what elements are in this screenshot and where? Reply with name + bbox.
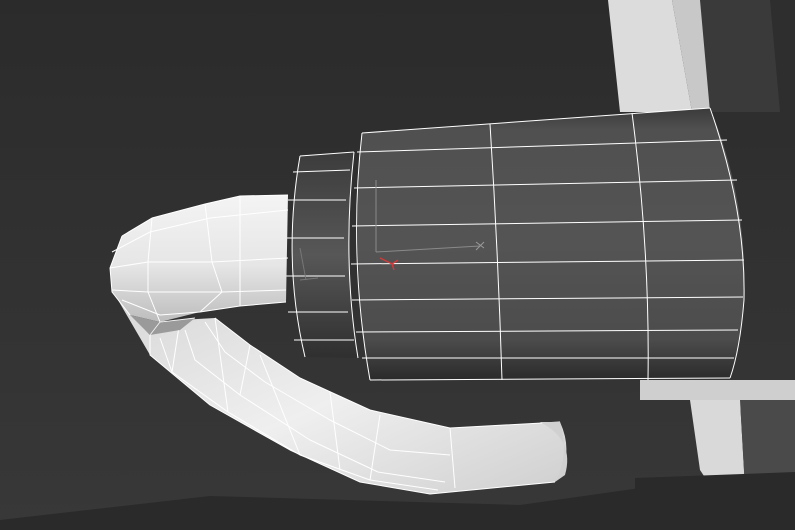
cylinder-body[interactable] bbox=[350, 107, 745, 381]
3d-viewport[interactable] bbox=[0, 0, 795, 530]
